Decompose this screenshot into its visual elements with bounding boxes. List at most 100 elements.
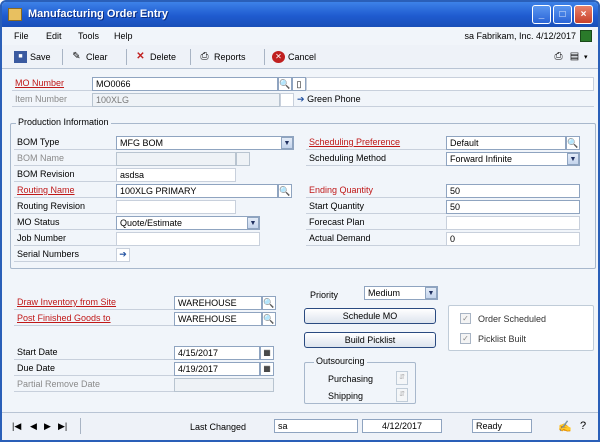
document-icon: ▯ [296,79,302,89]
schedule-mo-button[interactable]: Schedule MO [304,308,436,324]
forecast-plan-label: Forecast Plan [306,216,446,230]
picklist-built-label: Picklist Built [478,334,527,344]
help-menu-button[interactable]: ▤ ▾ [568,50,588,64]
mo-description[interactable] [306,77,594,91]
menu-edit[interactable]: Edit [46,31,62,41]
next-record-icon[interactable]: ▶ [44,421,51,432]
draw-site-lookup[interactable]: 🔍 [262,296,276,310]
partial-remove-date-input [174,378,274,392]
serial-numbers-button[interactable]: ➔ [116,248,130,262]
clear-button[interactable]: ✎ Clear [70,50,107,64]
chevron-down-icon[interactable]: ▼ [425,287,437,299]
help-icon[interactable]: ? [580,420,586,432]
clear-icon: ✎ [72,51,81,62]
ending-quantity-input[interactable]: 50 [446,184,580,198]
toolbar-separator [62,49,63,65]
purchasing-indicator: ⇵ [396,371,408,385]
window-title: Manufacturing Order Entry [28,8,168,20]
post-site-input[interactable]: WAREHOUSE [174,312,262,326]
menu-bar: File Edit Tools Help sa Fabrikam, Inc. 4… [2,27,598,45]
actual-demand-label: Actual Demand [306,232,446,246]
job-number-input[interactable] [116,232,260,246]
scheduling-preference-label[interactable]: Scheduling Preference [306,136,446,150]
last-changed-user: sa [274,419,358,433]
window-menu-icon: ▤ [569,51,580,62]
scheduling-method-label: Scheduling Method [306,152,446,166]
scheduling-method-select[interactable]: Forward Infinite [446,152,580,166]
due-date-label: Due Date [14,362,174,376]
calendar-icon[interactable]: ▦ [260,362,274,376]
printer-icon: ⎙ [554,51,563,62]
delete-button[interactable]: ✕ Delete [134,50,176,64]
menu-tools[interactable]: Tools [78,31,99,41]
mo-number-input[interactable]: MO0066 [92,77,278,91]
draw-site-input[interactable]: WAREHOUSE [174,296,262,310]
purchasing-label: Purchasing [328,374,374,384]
start-date-input[interactable]: 4/15/2017 [174,346,260,360]
search-icon: 🔍 [263,298,275,308]
close-button[interactable]: × [574,5,593,24]
start-date-label: Start Date [14,346,174,360]
delete-icon: ✕ [136,51,145,62]
item-number-label: Item Number [12,93,92,107]
item-description: ➔ Green Phone [294,93,594,107]
due-date-input[interactable]: 4/19/2017 [174,362,260,376]
status-bar: |◀ ◀ ▶ ▶| Last Changed sa 4/12/2017 Read… [2,412,598,440]
scheduling-preference-lookup[interactable]: 🔍 [566,136,580,150]
title-bar[interactable]: Manufacturing Order Entry _ □ × [2,2,598,27]
last-record-icon[interactable]: ▶| [58,421,67,432]
toolbar-separator [264,49,265,65]
print-button[interactable]: ⎙ [552,50,565,64]
mo-status-select[interactable]: Quote/Estimate [116,216,260,230]
reports-button[interactable]: ⎙ Reports [198,50,246,64]
item-number-input: 100XLG [92,93,280,107]
chevron-down-icon: ▾ [584,54,588,61]
serial-numbers-label: Serial Numbers [14,248,116,262]
status-checks-panel [448,305,594,351]
maximize-button[interactable]: □ [553,5,572,24]
bom-type-select[interactable]: MFG BOM [116,136,294,150]
last-changed-date: 4/12/2017 [362,419,442,433]
routing-revision-input[interactable] [116,200,236,214]
draw-site-label[interactable]: Draw Inventory from Site [14,296,174,310]
arrow-right-icon: ➔ [119,249,127,259]
production-information-title: Production Information [16,117,111,127]
menu-help[interactable]: Help [114,31,133,41]
start-quantity-input[interactable]: 50 [446,200,580,214]
shipping-indicator: ⇵ [396,388,408,402]
search-icon: 🔍 [263,314,275,324]
chevron-down-icon[interactable]: ▼ [567,153,579,165]
routing-name-input[interactable]: 100XLG PRIMARY [116,184,278,198]
chevron-down-icon[interactable]: ▼ [247,217,259,229]
build-picklist-button[interactable]: Build Picklist [304,332,436,348]
manufacturing-order-window: Manufacturing Order Entry _ □ × File Edi… [0,0,600,442]
scheduling-preference-input[interactable]: Default [446,136,566,150]
actual-demand-value: 0 [446,232,580,246]
mo-number-label[interactable]: MO Number [12,77,92,91]
lookup-mo-button[interactable]: 🔍 [278,77,292,91]
search-icon: 🔍 [567,138,579,148]
routing-revision-label: Routing Revision [14,200,116,214]
note-icon[interactable]: ✍ [558,420,572,433]
menu-file[interactable]: File [14,31,29,41]
minimize-button[interactable]: _ [532,5,551,24]
priority-label: Priority [310,290,339,300]
calendar-icon[interactable]: ▦ [260,346,274,360]
bom-name-input [116,152,236,166]
post-site-label[interactable]: Post Finished Goods to [14,312,174,326]
routing-lookup-button[interactable]: 🔍 [278,184,292,198]
save-button[interactable]: ■ Save [14,50,51,64]
ending-quantity-label: Ending Quantity [306,184,446,198]
forecast-plan-input[interactable] [446,216,580,230]
item-lookup-button [280,93,294,107]
bom-revision-input[interactable]: asdsa [116,168,236,182]
post-site-lookup[interactable]: 🔍 [262,312,276,326]
routing-name-label[interactable]: Routing Name [14,184,116,198]
cancel-button[interactable]: ✕ Cancel [272,50,316,64]
new-document-button[interactable]: ▯ [292,77,306,91]
first-record-icon[interactable]: |◀ [12,421,21,432]
chevron-down-icon[interactable]: ▼ [281,137,293,149]
printer-icon: ⎙ [200,51,209,62]
job-number-label: Job Number [14,232,116,246]
previous-record-icon[interactable]: ◀ [30,421,37,432]
